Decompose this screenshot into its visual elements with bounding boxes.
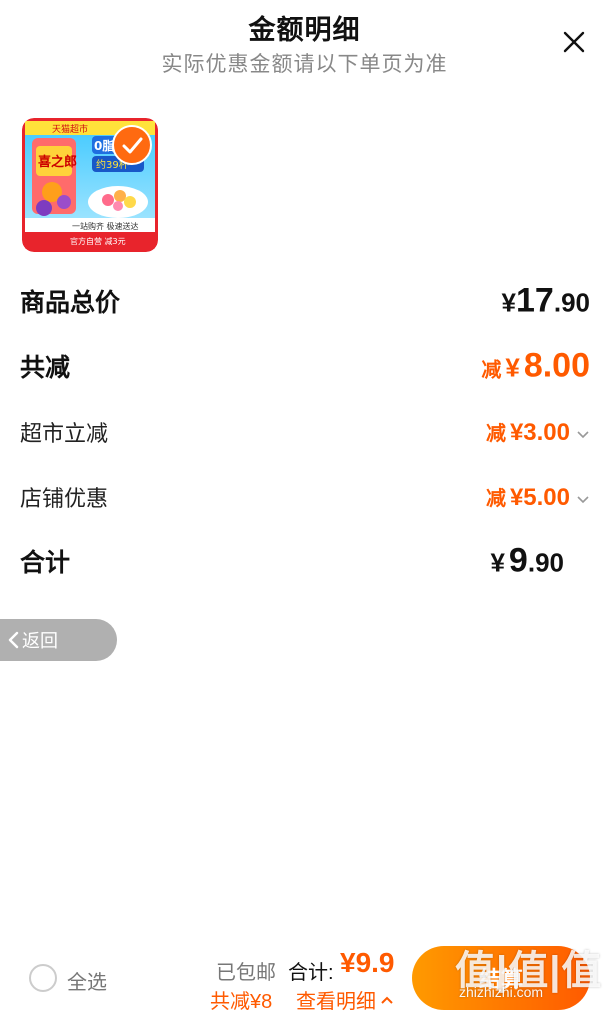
currency-symbol: ¥	[490, 547, 505, 578]
close-icon	[563, 31, 585, 53]
selected-check-badge[interactable]	[112, 125, 152, 165]
image-text-bottom: 一站购齐 极速送达	[72, 221, 139, 231]
amount-decimal: .90	[553, 287, 590, 318]
market-discount-amount[interactable]: 减 ¥3.00	[486, 417, 590, 447]
bottom-total-label: 合计:	[288, 962, 334, 984]
image-text-brand: 喜之郎	[38, 154, 77, 170]
amount-decimal: .90	[527, 547, 564, 578]
view-detail-label: 查看明细	[296, 991, 376, 1013]
row-store-discount[interactable]: 店铺优惠 减 ¥5.00	[20, 472, 590, 522]
row-total-discount: 共减 减 ¥ 8 .00	[20, 341, 590, 391]
bottom-total-value: ¥9.9	[340, 947, 395, 978]
sum-amount: ¥ 9 .90	[490, 542, 564, 581]
discount-prefix: 减	[481, 359, 502, 382]
page-subtitle: 实际优惠金额请以下单页为准	[161, 53, 448, 76]
total-price-amount: ¥ 17 .90	[502, 282, 590, 321]
amount-integer: 9	[508, 541, 528, 580]
total-discount-amount: 减 ¥ 8 .00	[481, 347, 590, 386]
chevron-up-icon	[381, 996, 393, 1004]
currency-symbol: ¥	[501, 287, 517, 318]
modal-header: 金额明细 实际优惠金额请以下单页为准	[0, 0, 609, 90]
select-all-label[interactable]: 全选	[67, 966, 107, 995]
market-discount-label: 超市立减	[20, 421, 109, 446]
back-button[interactable]: 返回	[0, 619, 117, 661]
discount-value: ¥3.00	[509, 419, 570, 446]
currency-symbol: ¥	[505, 352, 520, 383]
sum-label: 合计	[20, 549, 71, 577]
checkout-label: 结算	[478, 967, 523, 992]
store-discount-amount[interactable]: 减 ¥5.00	[486, 482, 590, 512]
discount-prefix: 减	[485, 488, 506, 510]
row-market-discount[interactable]: 超市立减 减 ¥3.00	[20, 407, 590, 457]
shipping-status: 已包邮	[216, 962, 276, 984]
chevron-down-icon	[577, 496, 589, 504]
store-discount-label: 店铺优惠	[20, 486, 109, 511]
bottom-saved-amount: 共减¥8	[210, 991, 273, 1013]
row-total-price: 商品总价 ¥ 17 .90	[20, 276, 590, 326]
row-sum: 合计 ¥ 9 .90	[20, 536, 590, 586]
amount-integer: 17	[516, 281, 554, 320]
chevron-left-icon	[8, 631, 19, 649]
check-icon	[122, 137, 143, 154]
image-text-top: 天猫超市	[52, 123, 88, 135]
back-button-label: 返回	[22, 631, 58, 651]
image-text-promo: 官方自营 减3元	[70, 236, 126, 246]
amount-decimal: .00	[542, 346, 590, 385]
total-price-label: 商品总价	[20, 289, 121, 317]
select-all-radio[interactable]	[29, 964, 57, 992]
bottom-bar: 全选 已包邮 合计: ¥9.9 共减¥8 查看明细 结算	[0, 930, 609, 1016]
amount-integer: 8	[523, 346, 543, 385]
checkout-button[interactable]: 结算	[412, 946, 590, 1010]
page-title: 金额明细	[248, 15, 361, 45]
discount-prefix: 减	[485, 423, 506, 445]
chevron-down-icon	[577, 431, 589, 439]
view-detail-link[interactable]: 查看明细	[296, 985, 394, 1014]
discount-value: ¥5.00	[509, 484, 570, 511]
close-button[interactable]	[556, 24, 592, 60]
total-discount-label: 共减	[20, 354, 71, 382]
